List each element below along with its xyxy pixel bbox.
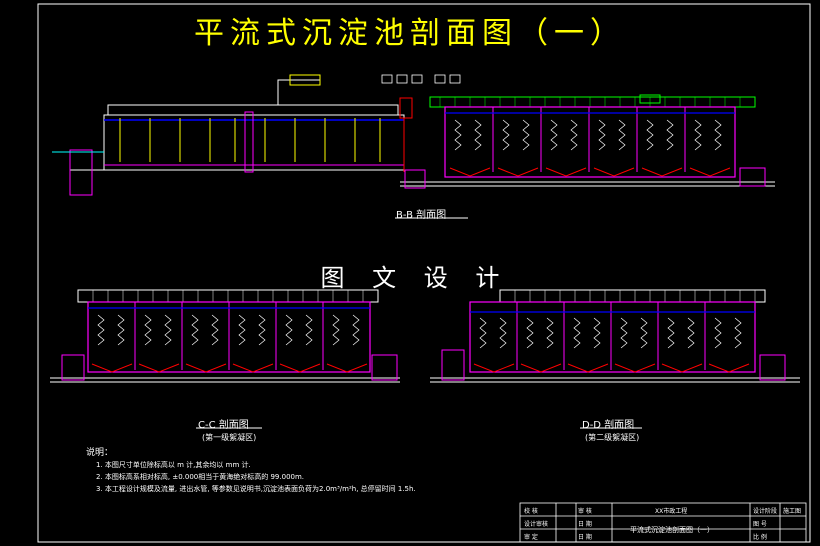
section-dd (430, 289, 800, 383)
tb-col2-1: 日 期 (578, 521, 592, 528)
notes: 说明： 1. 本图尺寸单位除标高以 m 计,其余均以 mm 计. 2. 本图标高… (86, 447, 416, 495)
watermark-text: 图 文 设 计 (320, 264, 510, 292)
tb-right-mid: 图 号 (753, 521, 767, 528)
tb-right-top-val: 施工图 (783, 508, 802, 515)
notes-item: 2. 本图标高系相对标高, ±0.000相当于黄海绝对标高的 99.000m. (96, 473, 305, 481)
tb-row-1: 设计审核 (524, 521, 549, 528)
notes-item: 3. 本工程设计规模及流量, 进出水管, 等参数见说明书,沉淀池表面负荷为2.0… (96, 485, 416, 493)
drawing-title: 平流式沉淀池剖面图（一） (194, 16, 626, 51)
section-bb (52, 74, 775, 196)
tb-drawing-name: 平流式沉淀池剖面图（一） (630, 526, 714, 534)
notes-heading: 说明： (86, 448, 114, 458)
tb-design-unit: XX市政工程 (655, 508, 688, 515)
tb-row-2: 审 定 (524, 534, 538, 541)
tb-row-0: 校 核 (524, 508, 538, 515)
section-dd-label: D-D 剖面图 (582, 420, 635, 431)
section-cc-sub: (第一级絮凝区) (202, 433, 257, 442)
tb-col2-0: 审 核 (578, 508, 592, 515)
section-cc-label: C-C 剖面图 (198, 420, 249, 431)
tb-col2-2: 日 期 (578, 534, 592, 541)
section-cc (50, 289, 400, 383)
tb-right-bot: 比 例 (753, 534, 767, 541)
notes-item: 1. 本图尺寸单位除标高以 m 计,其余均以 mm 计. (96, 461, 251, 469)
section-bb-label: B-B 剖面图 (396, 210, 447, 221)
section-dd-sub: (第二级絮凝区) (585, 433, 640, 442)
title-block: 校 核 设计审核 审 定 审 核 日 期 日 期 XX市政工程 平流式沉淀池剖面… (520, 503, 806, 543)
tb-right-top: 设计阶段 (753, 508, 778, 515)
